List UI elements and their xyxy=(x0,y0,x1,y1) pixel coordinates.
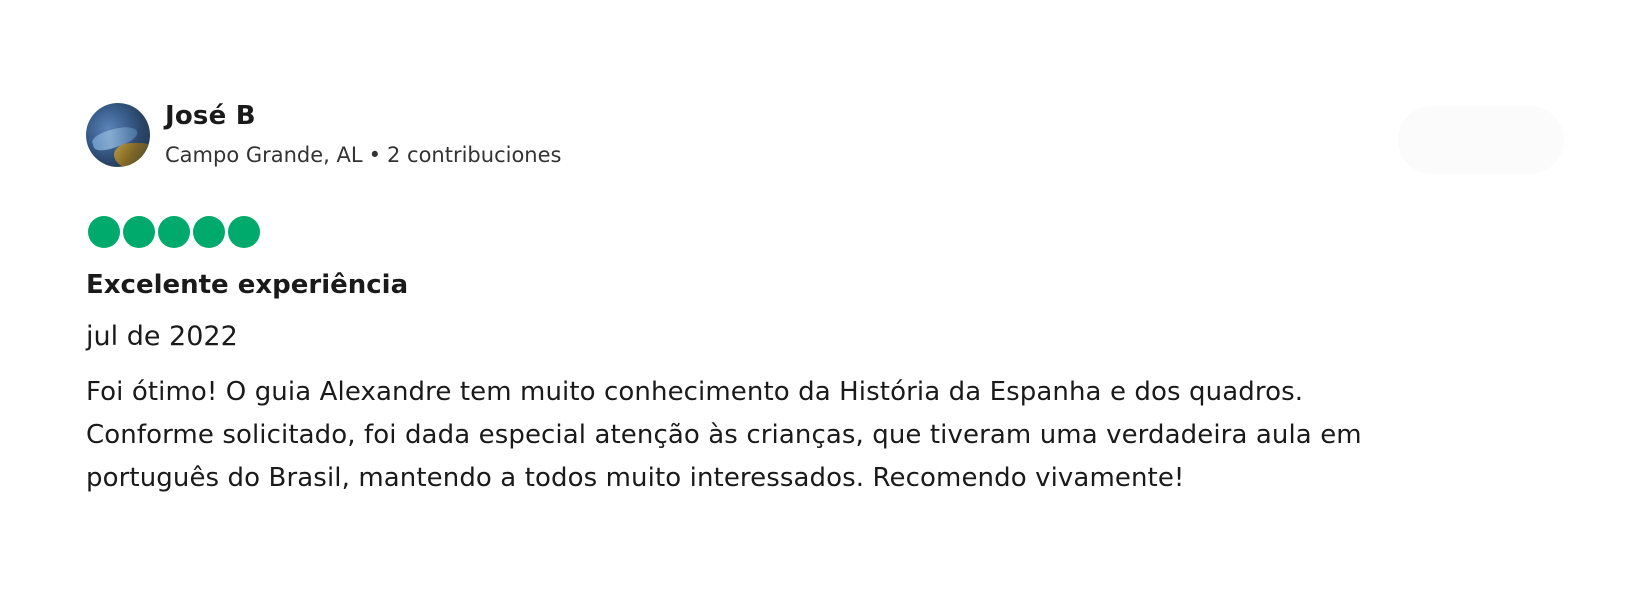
options-button[interactable] xyxy=(1398,106,1564,174)
reviewer-contributions: 2 contribuciones xyxy=(386,143,562,167)
avatar[interactable] xyxy=(86,103,150,167)
reviewer-meta: Campo Grande, AL • 2 contribuciones xyxy=(165,143,561,167)
reviewer-location: Campo Grande, AL xyxy=(165,143,363,167)
review-date: jul de 2022 xyxy=(86,321,238,352)
review-card: José B Campo Grande, AL • 2 contribuciones… xyxy=(0,0,1638,612)
rating-bubbles xyxy=(88,216,260,248)
review-body: Foi ótimo! O guia Alexandre tem muito co… xyxy=(86,371,1566,500)
rating-bubble-icon xyxy=(158,216,190,248)
rating-bubble-icon xyxy=(88,216,120,248)
reviewer-name[interactable]: José B xyxy=(165,101,256,131)
review-body-line: português do Brasil, mantendo a todos mu… xyxy=(86,463,1185,493)
meta-separator: • xyxy=(368,143,381,167)
rating-bubble-icon xyxy=(228,216,260,248)
review-body-line: Conforme solicitado, foi dada especial a… xyxy=(86,420,1362,450)
review-body-line: Foi ótimo! O guia Alexandre tem muito co… xyxy=(86,377,1304,407)
rating-bubble-icon xyxy=(123,216,155,248)
rating-bubble-icon xyxy=(193,216,225,248)
review-title[interactable]: Excelente experiência xyxy=(86,270,408,300)
